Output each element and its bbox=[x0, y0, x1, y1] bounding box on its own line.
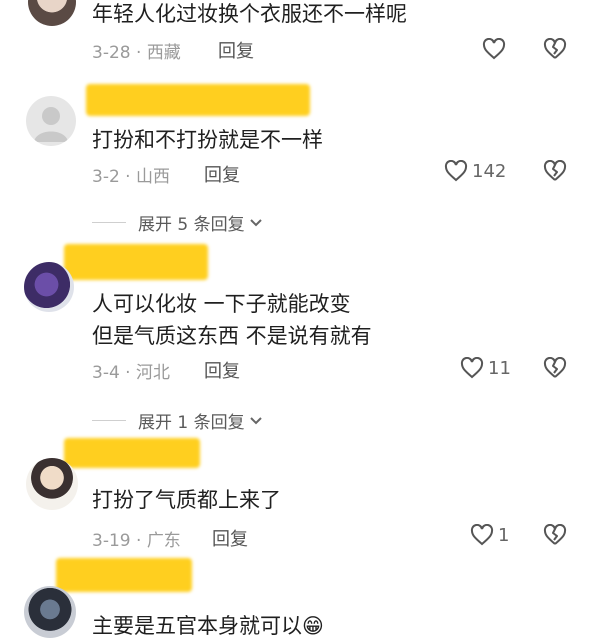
comment-meta: 3-19 · 广东 bbox=[92, 531, 181, 551]
comment-date: 3-2 bbox=[92, 167, 120, 187]
heart-icon bbox=[460, 357, 484, 379]
expand-label: 展开 5 条回复 bbox=[138, 215, 245, 235]
divider bbox=[92, 420, 126, 421]
avatar[interactable] bbox=[26, 96, 76, 146]
avatar[interactable] bbox=[24, 262, 74, 312]
comment-text: 打扮和不打扮就是不一样 bbox=[92, 128, 323, 152]
like-count: 11 bbox=[488, 357, 511, 379]
redacted-username bbox=[56, 558, 192, 592]
comment-location: 广东 bbox=[146, 531, 181, 551]
broken-heart-icon bbox=[543, 159, 567, 181]
reply-button[interactable]: 回复 bbox=[204, 161, 240, 187]
like-button[interactable]: 1 bbox=[470, 524, 509, 546]
broken-heart-icon bbox=[543, 37, 567, 59]
grin-emoji-icon: 😁 bbox=[302, 614, 324, 638]
heart-icon bbox=[482, 38, 506, 60]
like-button[interactable]: 142 bbox=[444, 160, 506, 182]
like-button[interactable] bbox=[482, 38, 506, 60]
reply-button[interactable]: 回复 bbox=[212, 525, 248, 551]
dislike-button[interactable] bbox=[543, 523, 567, 550]
avatar[interactable] bbox=[26, 458, 78, 510]
broken-heart-icon bbox=[543, 523, 567, 545]
comment-date: 3-19 bbox=[92, 531, 131, 551]
dislike-button[interactable] bbox=[543, 37, 567, 64]
comment-text: 主要是五官本身就可以😁 bbox=[92, 610, 324, 642]
broken-heart-icon bbox=[543, 356, 567, 378]
dislike-button[interactable] bbox=[543, 159, 567, 186]
comment-location: 山西 bbox=[136, 167, 170, 187]
redacted-username bbox=[64, 438, 200, 468]
comment-meta: 3-2 · 山西 bbox=[92, 167, 170, 187]
like-button[interactable]: 11 bbox=[460, 357, 511, 379]
chevron-down-icon bbox=[249, 416, 262, 424]
chevron-down-icon bbox=[249, 218, 262, 226]
comment-text-line1: 人可以化妆 一下子就能改变 bbox=[92, 292, 351, 316]
comment-date: 3-28 bbox=[92, 43, 131, 63]
dislike-button[interactable] bbox=[543, 356, 567, 383]
heart-icon bbox=[470, 524, 494, 546]
redacted-username bbox=[64, 244, 208, 280]
redacted-username bbox=[86, 84, 310, 116]
heart-icon bbox=[444, 160, 468, 182]
reply-button[interactable]: 回复 bbox=[204, 357, 240, 383]
reply-button[interactable]: 回复 bbox=[218, 37, 254, 63]
comment-text-line2: 但是气质这东西 不是说有就有 bbox=[92, 324, 372, 348]
expand-label: 展开 1 条回复 bbox=[138, 413, 245, 433]
default-avatar-icon bbox=[34, 107, 68, 142]
expand-replies-button[interactable]: 展开 1 条回复 bbox=[92, 408, 263, 433]
avatar[interactable] bbox=[24, 586, 76, 638]
comment-text: 打扮了气质都上来了 bbox=[92, 488, 281, 512]
comment-location: 河北 bbox=[136, 363, 170, 383]
expand-replies-button[interactable]: 展开 5 条回复 bbox=[92, 210, 263, 235]
comment-location: 西藏 bbox=[146, 43, 181, 63]
like-count: 1 bbox=[498, 524, 510, 546]
comment-meta: 3-4 · 河北 bbox=[92, 363, 170, 383]
comment-date: 3-4 bbox=[92, 363, 120, 383]
avatar[interactable] bbox=[28, 0, 76, 26]
comment-meta: 3-28 · 西藏 bbox=[92, 43, 181, 63]
like-count: 142 bbox=[472, 160, 507, 182]
comment-text: 年轻人化过妆换个衣服还不一样呢 bbox=[92, 2, 407, 26]
comment-text-body: 主要是五官本身就可以 bbox=[92, 614, 302, 638]
divider bbox=[92, 222, 126, 223]
